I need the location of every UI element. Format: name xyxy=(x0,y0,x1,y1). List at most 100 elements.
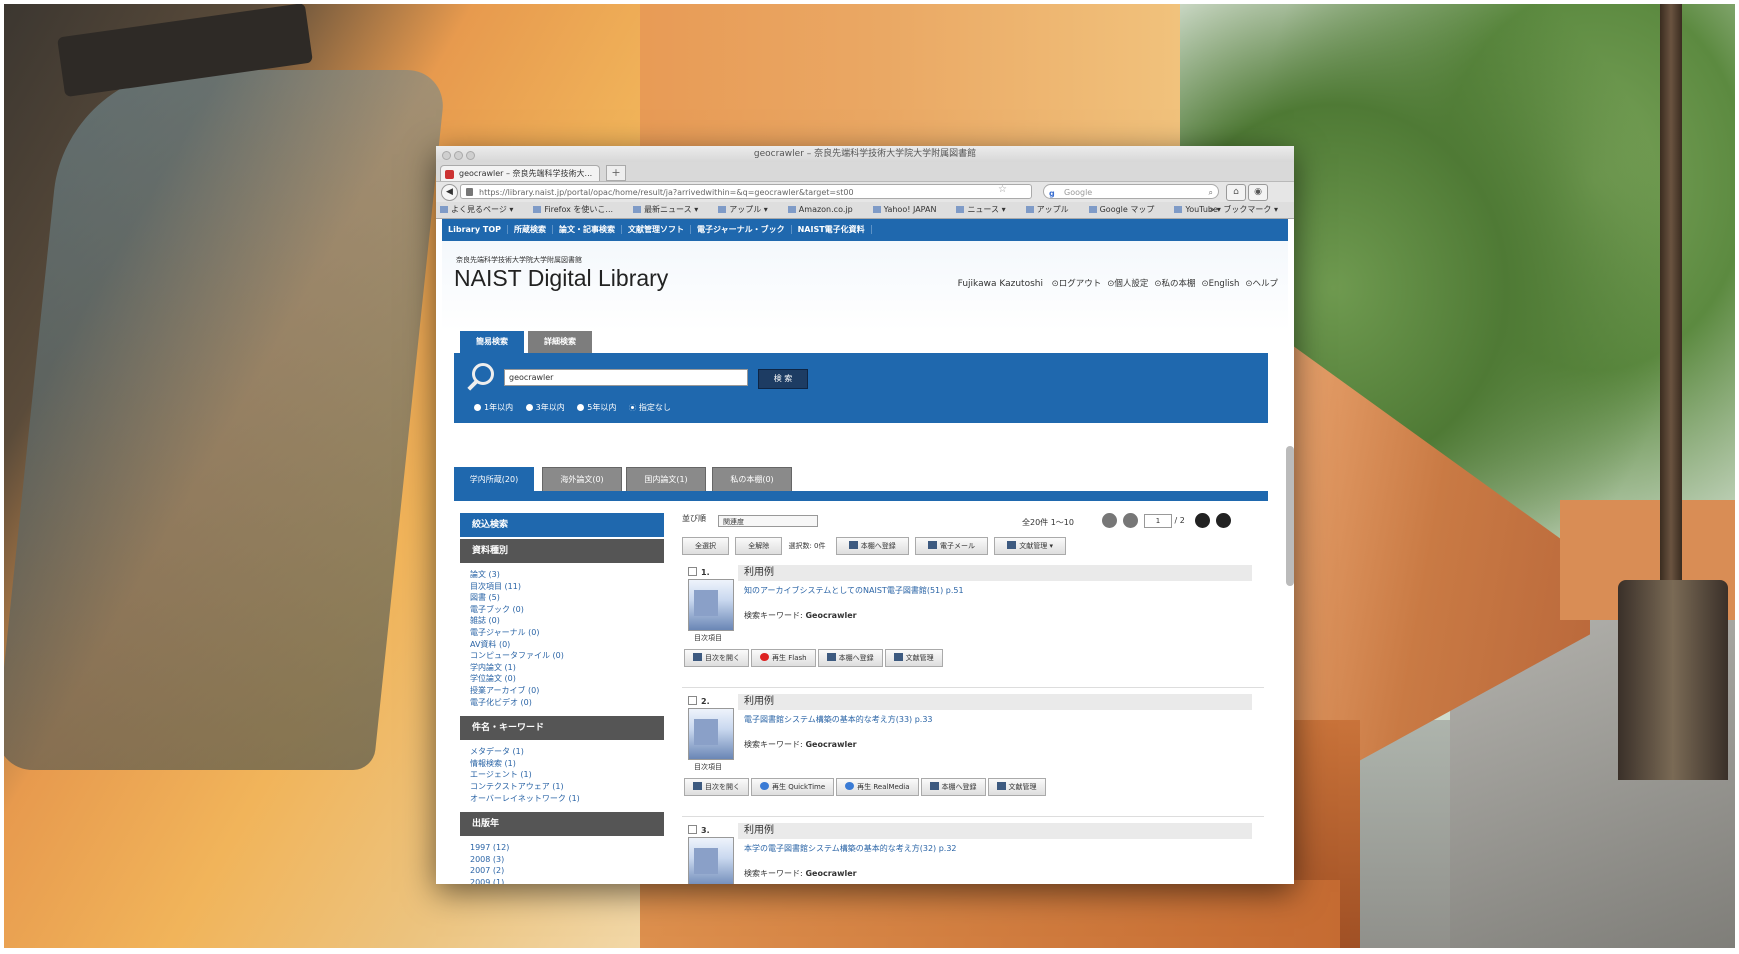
new-tab-button[interactable]: + xyxy=(606,165,626,181)
site-nav-item[interactable]: 論文・記事検索 xyxy=(552,225,622,234)
search-icon[interactable]: ⌕ xyxy=(1209,185,1213,200)
deselect-all-button[interactable]: 全解除 xyxy=(735,537,783,555)
result-action-button[interactable]: 文献管理 xyxy=(987,778,1046,796)
back-button[interactable]: ◀ xyxy=(441,184,458,201)
result-thumbnail[interactable] xyxy=(688,579,734,631)
extension-button[interactable]: ◉ xyxy=(1248,184,1268,201)
first-page-button[interactable] xyxy=(1102,513,1117,528)
type-facet[interactable]: AV資料 (0) xyxy=(470,639,664,651)
user-link[interactable]: ⊙私の本棚 xyxy=(1154,279,1195,289)
search-panel: geocrawler 検 索 1年以内 3年以内 5年以内 指定なし xyxy=(454,353,1268,423)
result-action-button[interactable]: 再生 QuickTime xyxy=(751,778,835,796)
user-link[interactable]: ⊙ログアウト xyxy=(1052,279,1102,289)
result-action-button[interactable]: 本棚へ登録 xyxy=(920,778,986,796)
site-nav-item[interactable]: 電子ジャーナル・ブック xyxy=(690,225,792,234)
keyword-facet[interactable]: メタデータ (1) xyxy=(470,746,664,758)
keyword-facet[interactable]: 情報検索 (1) xyxy=(470,758,664,770)
bookmark-item[interactable]: アップル xyxy=(1025,205,1079,214)
tab-campus-holdings[interactable]: 学内所蔵(20) xyxy=(454,467,534,491)
user-link[interactable]: ⊙English xyxy=(1202,279,1240,289)
select-all-button[interactable]: 全選択 xyxy=(682,537,729,555)
url-bar[interactable]: https://library.naist.jp/portal/opac/hom… xyxy=(460,184,1032,199)
sort-select[interactable]: 関連度 xyxy=(718,515,818,527)
type-facet[interactable]: 電子ブック (0) xyxy=(470,604,664,616)
type-facet[interactable]: コンピュータファイル (0) xyxy=(470,650,664,662)
email-button[interactable]: 電子メール xyxy=(914,537,988,555)
keyword-facet[interactable]: エージェント (1) xyxy=(470,769,664,781)
home-button[interactable]: ⌂ xyxy=(1226,184,1246,201)
tab-foreign-papers[interactable]: 海外論文(0) xyxy=(542,467,622,491)
radio-5-years[interactable]: 5年以内 xyxy=(577,403,616,412)
keyword-facet[interactable]: コンテクストアウェア (1) xyxy=(470,781,664,793)
user-link[interactable]: ⊙ヘルプ xyxy=(1245,279,1278,289)
radio-1-year[interactable]: 1年以内 xyxy=(474,403,513,412)
bookmark-item[interactable]: Firefox を使いこ... xyxy=(533,205,623,214)
search-button[interactable]: 検 索 xyxy=(758,369,808,389)
search-input[interactable]: geocrawler xyxy=(504,369,748,386)
site-nav-item[interactable]: Library TOP xyxy=(442,225,508,234)
page-input[interactable]: 1 xyxy=(1144,513,1172,528)
result-action-button[interactable]: 再生 RealMedia xyxy=(836,778,919,796)
scrollbar[interactable] xyxy=(1286,446,1294,586)
type-facet[interactable]: 電子化ビデオ (0) xyxy=(470,697,664,709)
year-facet[interactable]: 2008 (3) xyxy=(470,854,664,866)
type-facet[interactable]: 雑誌 (0) xyxy=(470,615,664,627)
site-nav-item[interactable]: 文献管理ソフト xyxy=(621,225,691,234)
type-facet[interactable]: 学内論文 (1) xyxy=(470,662,664,674)
type-facet[interactable]: 図書 (5) xyxy=(470,592,664,604)
type-facet[interactable]: 目次項目 (11) xyxy=(470,581,664,593)
year-facet[interactable]: 2007 (2) xyxy=(470,865,664,877)
result-checkbox[interactable]: 2. xyxy=(688,696,710,706)
user-link[interactable]: ⊙個人設定 xyxy=(1107,279,1148,289)
result-action-button[interactable]: 文献管理 xyxy=(884,649,943,667)
browser-search-field[interactable]: g Google ⌕ xyxy=(1043,184,1219,199)
result-action-button[interactable]: 目次を開く xyxy=(684,778,749,796)
result-action-button[interactable]: 本棚へ登録 xyxy=(817,649,883,667)
zoom-dot[interactable] xyxy=(466,151,475,160)
bookmark-item[interactable]: Google マップ xyxy=(1088,205,1165,214)
result-link[interactable]: 知のアーカイブシステムとしてのNAIST電子図書館(51) p.51 xyxy=(744,585,964,596)
bookmark-item[interactable]: ニュース ▾ xyxy=(956,205,1015,214)
bookmark-item[interactable]: 最新ニュース ▾ xyxy=(633,205,708,214)
result-link[interactable]: 本学の電子図書館システム構築の基本的な考え方(32) p.32 xyxy=(744,843,957,854)
type-facet[interactable]: 学位論文 (0) xyxy=(470,673,664,685)
browser-tab[interactable]: geocrawler – 奈良先端科学技術大... xyxy=(440,165,600,181)
bookmark-star-icon[interactable]: ☆ xyxy=(998,184,1007,195)
keyword-value: Geocrawler xyxy=(802,869,857,878)
tab-my-bookshelf[interactable]: 私の本棚(0) xyxy=(712,467,792,491)
bookmarks-menu[interactable]: » ▾ ブックマーク ▾ xyxy=(1209,202,1278,218)
site-nav-item[interactable]: 所蔵検索 xyxy=(507,225,553,234)
radio-3-years[interactable]: 3年以内 xyxy=(525,403,565,412)
result-thumbnail[interactable] xyxy=(688,708,734,760)
button-label: 文献管理 xyxy=(1019,542,1048,550)
type-facet[interactable]: 論文 (3) xyxy=(470,569,664,581)
bookmark-item[interactable]: よく見るページ ▾ xyxy=(440,205,523,214)
result-link[interactable]: 電子図書館システム構築の基本的な考え方(33) p.33 xyxy=(744,714,933,725)
type-facet[interactable]: 授業アーカイブ (0) xyxy=(470,685,664,697)
site-nav-item[interactable]: NAIST電子化資料 xyxy=(791,225,872,234)
tab-domestic-papers[interactable]: 国内論文(1) xyxy=(626,467,706,491)
add-to-shelf-button[interactable]: 本棚へ登録 xyxy=(835,537,909,555)
tab-simple-search[interactable]: 簡易検索 xyxy=(460,331,524,353)
bookmark-item[interactable]: アップル ▾ xyxy=(718,205,778,214)
tab-advanced-search[interactable]: 詳細検索 xyxy=(528,331,592,353)
reference-manager-button[interactable]: 文献管理 ▾ xyxy=(994,537,1066,555)
prev-page-button[interactable] xyxy=(1123,513,1138,528)
last-page-button[interactable] xyxy=(1216,513,1232,528)
type-facet[interactable]: 電子ジャーナル (0) xyxy=(470,627,664,639)
bookmark-item[interactable]: Yahoo! JAPAN xyxy=(872,205,947,214)
minimize-dot[interactable] xyxy=(454,151,463,160)
next-page-button[interactable] xyxy=(1195,513,1211,528)
close-dot[interactable] xyxy=(442,151,451,160)
radio-any[interactable]: 指定なし xyxy=(628,403,671,412)
year-facet[interactable]: 2009 (1) xyxy=(470,877,664,884)
result-thumbnail[interactable] xyxy=(688,837,734,884)
result-checkbox[interactable]: 1. xyxy=(688,567,710,577)
year-facet[interactable]: 1997 (12) xyxy=(470,842,664,854)
keyword-facet[interactable]: オーバーレイネットワーク (1) xyxy=(470,793,664,805)
result-action-button[interactable]: 目次を開く xyxy=(684,649,749,667)
result-checkbox[interactable]: 3. xyxy=(688,825,710,835)
result-action-button[interactable]: 再生 Flash xyxy=(751,649,816,667)
bookmark-item[interactable]: Amazon.co.jp xyxy=(787,205,863,214)
site-logo[interactable]: NAIST Digital Library xyxy=(454,265,668,292)
